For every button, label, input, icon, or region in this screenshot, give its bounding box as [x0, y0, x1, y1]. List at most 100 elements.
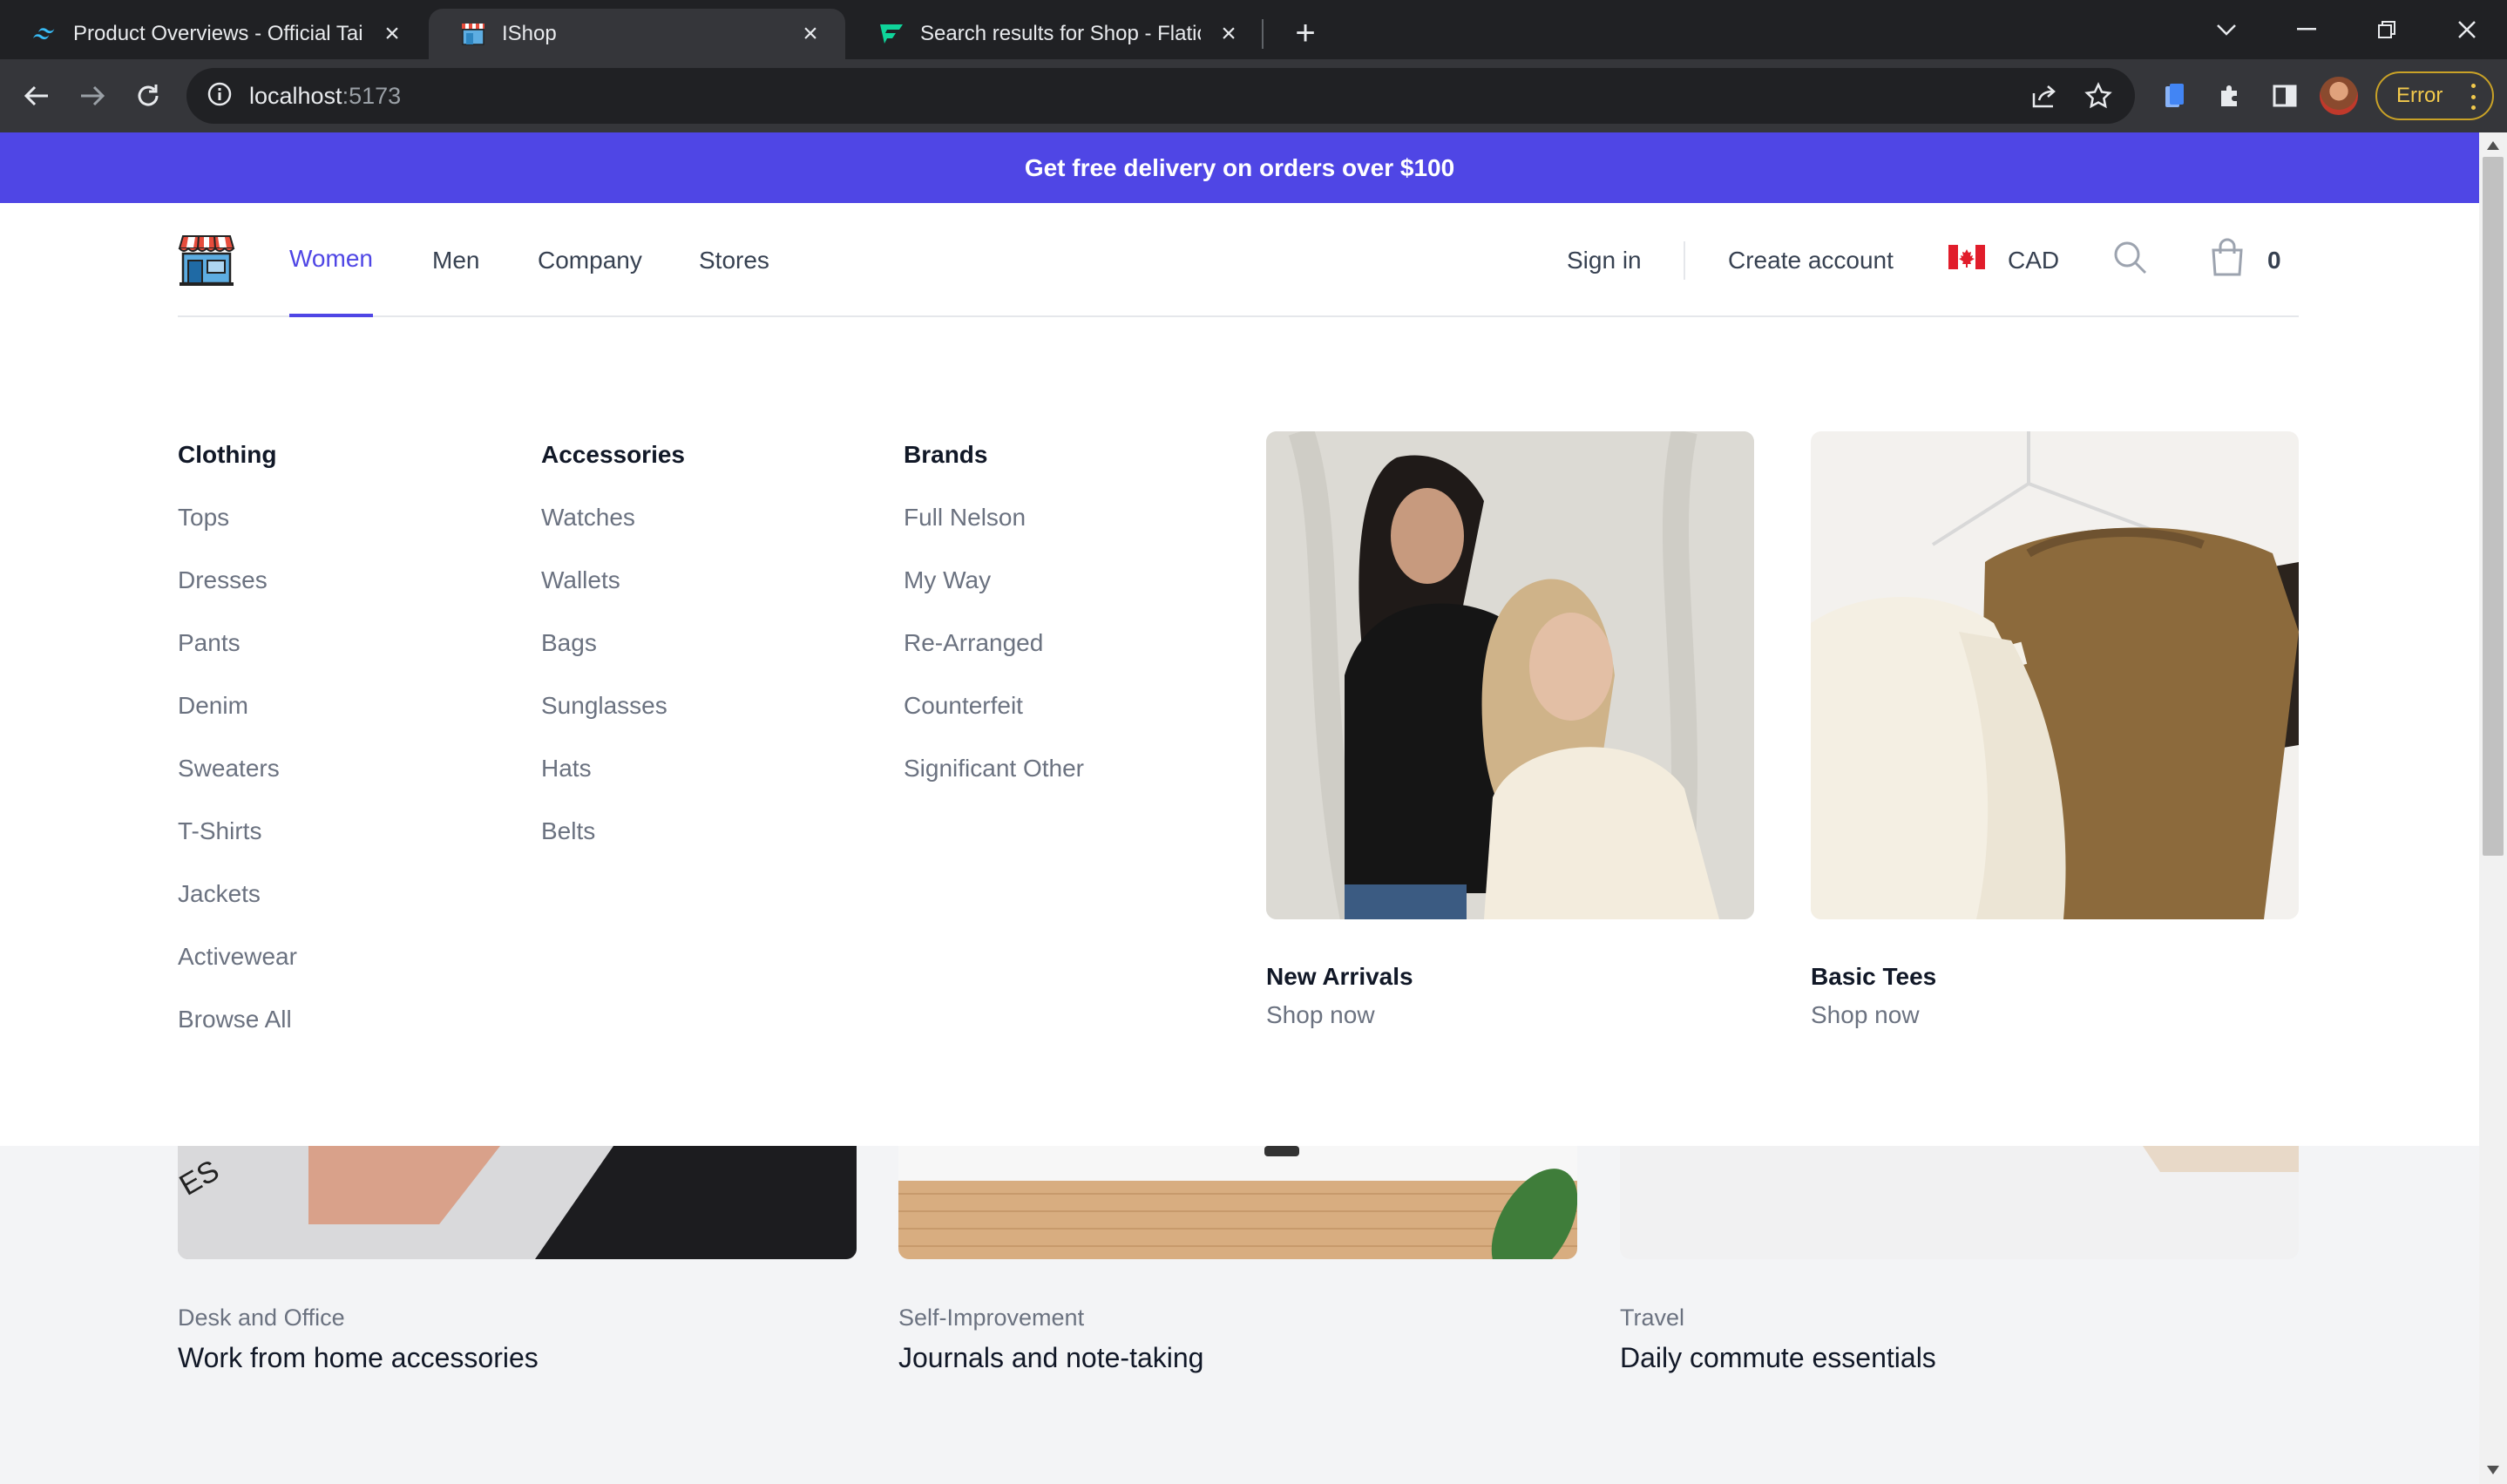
scrollbar-thumb[interactable] — [2483, 157, 2504, 856]
nav-link-company[interactable]: Company — [538, 203, 642, 317]
scroll-down-arrow-icon[interactable] — [2485, 1464, 2501, 1476]
profile-avatar[interactable] — [2320, 77, 2358, 115]
collections-section: ES Desk and Office Work from home access… — [178, 1146, 2299, 1484]
tailwind-icon — [31, 21, 58, 47]
featured-image-basic-tees[interactable] — [1811, 431, 2299, 919]
menu-link[interactable]: Watches — [541, 502, 685, 565]
sign-in-link[interactable]: Sign in — [1567, 203, 1642, 317]
menu-link[interactable]: Re-Arranged — [904, 627, 1084, 690]
address-bar[interactable]: localhost:5173 — [186, 68, 2135, 124]
menu-link[interactable]: Counterfeit — [904, 690, 1084, 753]
featured-title[interactable]: New Arrivals — [1266, 963, 1754, 991]
menu-link[interactable]: T-Shirts — [178, 816, 297, 878]
site-header: Women Men Company Stores Sign in Create … — [0, 203, 2479, 1146]
main-nav: Women Men Company Stores Sign in Create … — [178, 203, 2299, 317]
collection-card[interactable]: Self-Improvement Journals and note-takin… — [898, 1146, 1577, 1374]
collection-title[interactable]: Daily commute essentials — [1620, 1342, 2299, 1374]
menu-link[interactable]: Bags — [541, 627, 685, 690]
share-icon[interactable] — [2023, 75, 2065, 117]
featured-image-new-arrivals[interactable] — [1266, 431, 1754, 919]
collection-subtitle: Self-Improvement — [898, 1304, 1085, 1331]
currency-label: CAD — [2008, 246, 2060, 274]
shop-now-link[interactable]: Shop now — [1266, 1001, 1754, 1029]
shop-now-link[interactable]: Shop now — [1811, 1001, 2299, 1029]
extension-docs-icon[interactable] — [2154, 75, 2196, 117]
forward-button[interactable] — [71, 75, 113, 117]
menu-link[interactable]: Significant Other — [904, 753, 1084, 816]
tab-title: IShop — [502, 22, 557, 45]
menu-column-brands: Brands Full Nelson My Way Re-Arranged Co… — [904, 439, 1084, 816]
menu-link[interactable]: My Way — [904, 565, 1084, 627]
collection-subtitle: Travel — [1620, 1304, 1685, 1331]
browser-toolbar: localhost:5173 Error — [0, 59, 2507, 132]
minimize-button[interactable] — [2285, 10, 2328, 49]
nav-link-women[interactable]: Women — [289, 203, 373, 317]
nav-link-men[interactable]: Men — [432, 203, 479, 317]
tab-separator — [1262, 19, 1264, 49]
tab-flaticon[interactable]: Search results for Shop - Flaticon × — [847, 9, 1264, 59]
menu-link[interactable]: Sunglasses — [541, 690, 685, 753]
featured-title[interactable]: Basic Tees — [1811, 963, 2299, 991]
search-button[interactable] — [2112, 203, 2147, 317]
featured-new-arrivals[interactable]: New Arrivals Shop now — [1266, 431, 1754, 1029]
tab-search-chevron-icon[interactable] — [2205, 10, 2248, 49]
menu-link[interactable]: Hats — [541, 753, 685, 816]
promo-banner: Get free delivery on orders over $100 — [0, 132, 2479, 203]
menu-column-clothing: Clothing Tops Dresses Pants Denim Sweate… — [178, 439, 297, 1067]
restore-button[interactable] — [2365, 10, 2409, 49]
currency-selector[interactable]: CAD — [1948, 203, 2059, 317]
reload-button[interactable] — [127, 75, 169, 117]
featured-basic-tees[interactable]: Basic Tees Shop now — [1811, 431, 2299, 1029]
new-tab-button[interactable]: + — [1286, 14, 1325, 52]
menu-link[interactable]: Pants — [178, 627, 297, 690]
search-icon — [2112, 240, 2147, 281]
profile-error-button[interactable]: Error — [2375, 71, 2494, 120]
scroll-up-arrow-icon[interactable] — [2485, 139, 2501, 152]
nav-divider — [1684, 241, 1685, 280]
tab-title: Product Overviews - Official Tailw — [73, 22, 364, 45]
side-panel-icon[interactable] — [2264, 75, 2306, 117]
collection-card[interactable]: Travel Daily commute essentials — [1620, 1146, 2299, 1374]
create-account-link[interactable]: Create account — [1728, 203, 1894, 317]
menu-link[interactable]: Full Nelson — [904, 502, 1084, 565]
url-text: localhost:5173 — [249, 82, 402, 109]
menu-link[interactable]: Jackets — [178, 878, 297, 941]
menu-column-title: Clothing — [178, 441, 277, 468]
collection-title[interactable]: Work from home accessories — [178, 1342, 857, 1374]
menu-column-accessories: Accessories Watches Wallets Bags Sunglas… — [541, 439, 685, 878]
back-button[interactable] — [16, 75, 58, 117]
close-icon[interactable]: × — [1216, 21, 1241, 47]
menu-link[interactable]: Browse All — [178, 1004, 297, 1067]
nav-link-stores[interactable]: Stores — [699, 203, 769, 317]
shop-logo-icon[interactable] — [178, 234, 235, 287]
menu-column-title: Accessories — [541, 441, 686, 468]
menu-link[interactable]: Tops — [178, 502, 297, 565]
canada-flag-icon — [1948, 245, 1985, 275]
menu-link[interactable]: Dresses — [178, 565, 297, 627]
collection-subtitle: Desk and Office — [178, 1304, 345, 1331]
mega-menu-panel: Clothing Tops Dresses Pants Denim Sweate… — [178, 317, 2299, 1146]
menu-link[interactable]: Activewear — [178, 941, 297, 1004]
menu-link[interactable]: Sweaters — [178, 753, 297, 816]
collection-image-travel[interactable] — [1620, 1146, 2299, 1259]
promo-text: Get free delivery on orders over $100 — [1024, 153, 1455, 181]
collection-image-journals[interactable] — [898, 1146, 1577, 1259]
cart-button[interactable]: 0 — [2210, 203, 2281, 317]
close-window-button[interactable] — [2445, 10, 2489, 49]
menu-link[interactable]: Wallets — [541, 565, 685, 627]
close-icon[interactable]: × — [380, 21, 404, 47]
error-label: Error — [2396, 84, 2443, 107]
tab-product-overviews[interactable]: Product Overviews - Official Tailw × — [0, 9, 427, 59]
menu-link[interactable]: Denim — [178, 690, 297, 753]
bookmark-star-icon[interactable] — [2077, 75, 2119, 117]
shopping-bag-icon — [2210, 238, 2245, 282]
collection-card[interactable]: ES Desk and Office Work from home access… — [178, 1146, 857, 1374]
collection-image-desk[interactable]: ES — [178, 1146, 857, 1259]
close-icon[interactable]: × — [798, 21, 823, 47]
extensions-puzzle-icon[interactable] — [2209, 75, 2251, 117]
site-info-icon[interactable] — [207, 82, 232, 111]
collection-title[interactable]: Journals and note-taking — [898, 1342, 1577, 1374]
menu-link[interactable]: Belts — [541, 816, 685, 878]
more-menu-icon — [2471, 84, 2477, 110]
tab-ishop[interactable]: IShop × — [429, 9, 845, 59]
